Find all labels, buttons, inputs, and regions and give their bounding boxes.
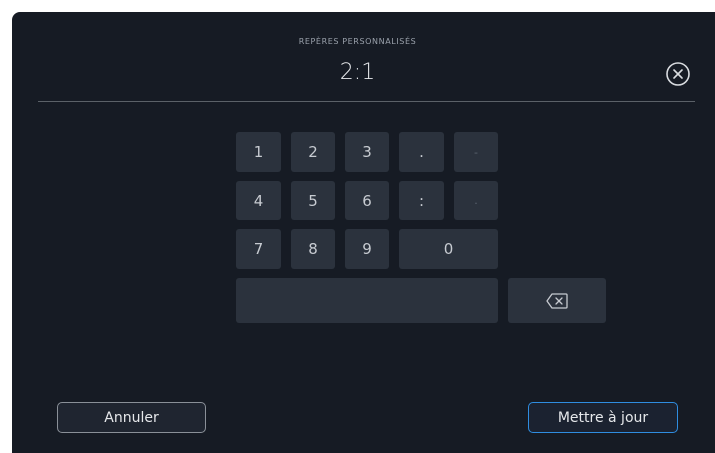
backspace-icon xyxy=(546,292,568,309)
key-8[interactable]: 8 xyxy=(291,229,335,269)
key-decimal-point[interactable]: . xyxy=(399,132,444,172)
key-4[interactable]: 4 xyxy=(236,181,281,220)
key-space[interactable] xyxy=(236,278,498,323)
key-6[interactable]: 6 xyxy=(345,181,389,220)
key-0[interactable]: 0 xyxy=(399,229,498,269)
key-3[interactable]: 3 xyxy=(345,132,389,172)
key-7[interactable]: 7 xyxy=(236,229,281,269)
header-divider xyxy=(38,101,695,102)
backspace-key[interactable] xyxy=(508,278,606,323)
key-dot[interactable]: . xyxy=(454,181,498,220)
guide-value-display: 2:1 xyxy=(339,60,376,85)
key-1[interactable]: 1 xyxy=(236,132,281,172)
key-colon[interactable]: : xyxy=(399,181,444,220)
key-9[interactable]: 9 xyxy=(345,229,389,269)
key-5[interactable]: 5 xyxy=(291,181,335,220)
key-2[interactable]: 2 xyxy=(291,132,335,172)
dialog-subtitle: REPÈRES PERSONNALISÉS xyxy=(298,37,417,46)
key-dash[interactable]: - xyxy=(454,132,498,172)
update-button[interactable]: Mettre à jour xyxy=(528,402,678,433)
cancel-button[interactable]: Annuler xyxy=(57,402,206,433)
close-icon[interactable] xyxy=(665,61,691,87)
